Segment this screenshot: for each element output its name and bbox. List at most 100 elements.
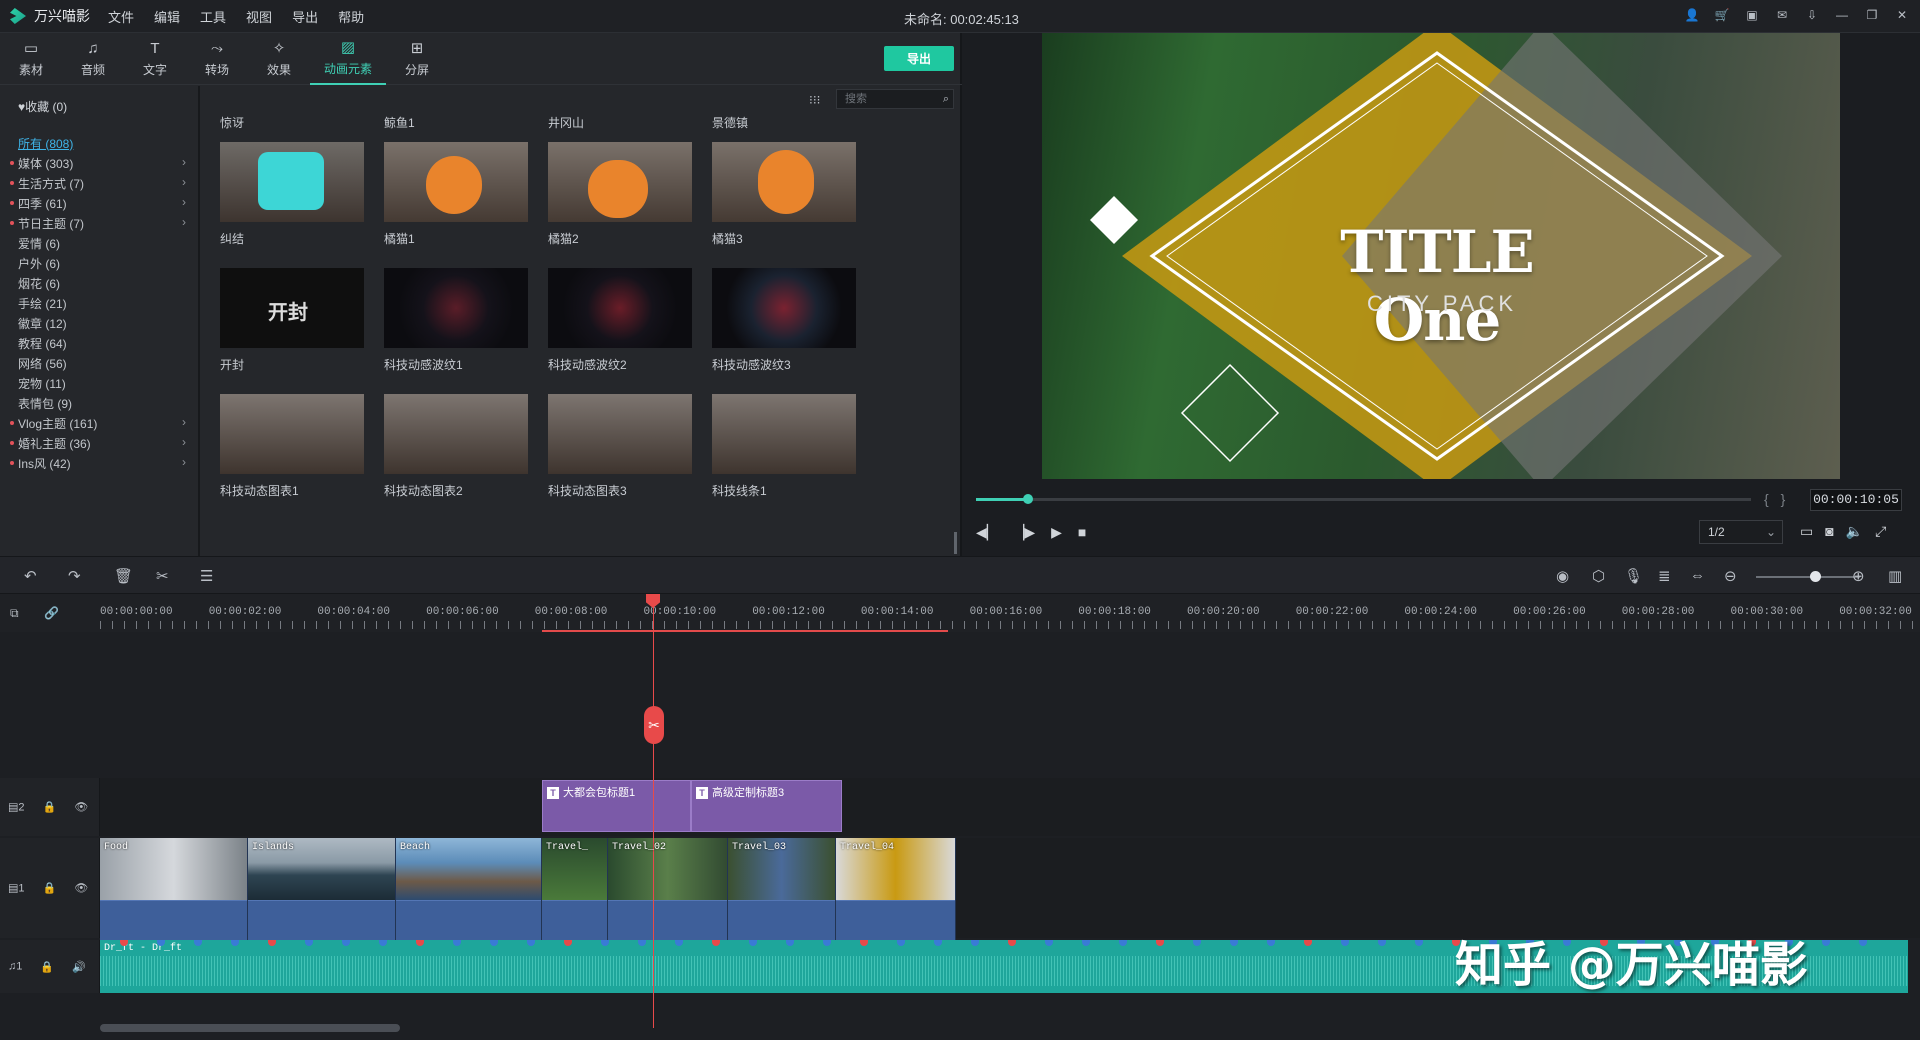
element-thumb[interactable]: 橘猫3 (712, 142, 856, 247)
lock-icon[interactable]: 🔒 (43, 801, 57, 814)
category-item[interactable]: 教程 (64) (18, 333, 186, 353)
mail-icon[interactable]: ✉ (1774, 6, 1790, 24)
title-clip[interactable]: T 大都会包标题1 (542, 780, 691, 832)
favorites-item[interactable]: ♥收藏 (0) (18, 98, 67, 115)
video-clip[interactable]: Beach (396, 838, 542, 942)
menu-edit[interactable]: 编辑 (154, 7, 180, 26)
category-item[interactable]: 烟花 (6) (18, 273, 186, 293)
beat-marker[interactable] (1008, 940, 1016, 946)
zoom-slider-knob[interactable] (1810, 571, 1821, 582)
beat-marker[interactable] (860, 940, 868, 946)
stop-icon[interactable]: ■ (1078, 524, 1086, 541)
beat-marker[interactable] (934, 940, 942, 946)
beat-marker[interactable] (527, 940, 535, 946)
beat-marker[interactable] (268, 940, 276, 946)
zoom-slider[interactable] (1756, 576, 1860, 578)
menu-view[interactable]: 视图 (246, 7, 272, 26)
link-icon[interactable]: 🔗 (44, 606, 59, 620)
fullscreen-icon[interactable]: ⤢ (1875, 523, 1886, 540)
beat-marker[interactable] (1378, 940, 1386, 946)
beat-marker[interactable] (897, 940, 905, 946)
beat-marker[interactable] (1415, 940, 1423, 946)
close-icon[interactable]: ✕ (1894, 6, 1910, 24)
menu-help[interactable]: 帮助 (338, 7, 364, 26)
menu-file[interactable]: 文件 (108, 7, 134, 26)
beat-marker[interactable] (638, 940, 646, 946)
beat-marker[interactable] (1230, 940, 1238, 946)
category-item[interactable]: 媒体 (303) › (10, 153, 186, 173)
fit-icon[interactable]: ⇔ (1690, 567, 1705, 584)
element-thumb[interactable]: 科技动感波纹3 (712, 268, 856, 373)
beat-marker[interactable] (823, 940, 831, 946)
video-clip[interactable]: Food (100, 838, 248, 942)
beat-marker[interactable] (342, 940, 350, 946)
layout-icon[interactable]: ▥ (1888, 567, 1902, 585)
voiceover-icon[interactable]: ≣ (1658, 567, 1671, 585)
beat-marker[interactable] (1341, 940, 1349, 946)
beat-marker[interactable] (1119, 940, 1127, 946)
tab-elements[interactable]: ▨ 动画元素 (310, 33, 386, 85)
beat-marker[interactable] (379, 940, 387, 946)
category-item[interactable]: Vlog主题 (161) › (10, 413, 186, 433)
preview-ratio-select[interactable]: 1/2 ⌄ (1699, 520, 1783, 544)
category-item[interactable]: 爱情 (6) (18, 233, 186, 253)
step-back-icon[interactable]: ◀▏ (976, 524, 998, 541)
beat-marker[interactable] (601, 940, 609, 946)
beat-marker[interactable] (1156, 940, 1164, 946)
lock-icon[interactable]: 🔒 (40, 960, 54, 973)
category-item[interactable]: 手绘 (21) (18, 293, 186, 313)
beat-marker[interactable] (416, 940, 424, 946)
volume-icon[interactable]: 🔈 (1846, 523, 1863, 540)
eye-icon[interactable]: 👁 (74, 882, 88, 895)
eye-icon[interactable]: 👁 (74, 801, 88, 814)
category-item[interactable]: 表情包 (9) (18, 393, 186, 413)
marker-icon[interactable]: ⬡ (1592, 567, 1605, 585)
beat-marker[interactable] (1822, 940, 1830, 946)
display-icon[interactable]: ▭ (1800, 523, 1813, 540)
category-item[interactable]: 生活方式 (7) › (10, 173, 186, 193)
category-item[interactable]: 徽章 (12) (18, 313, 186, 333)
step-forward-icon[interactable]: ▕▶ (1014, 524, 1036, 541)
beat-marker[interactable] (1859, 940, 1867, 946)
preview-progress-bar[interactable] (976, 494, 1751, 504)
beat-marker[interactable] (453, 940, 461, 946)
beat-marker[interactable] (971, 940, 979, 946)
tab-media[interactable]: ▭ 素材 (0, 33, 62, 85)
snapshot-icon[interactable]: ◙ (1825, 523, 1833, 540)
tab-effects[interactable]: ✧ 效果 (248, 33, 310, 85)
video-clip[interactable]: Islands (248, 838, 396, 942)
beat-marker[interactable] (1045, 940, 1053, 946)
video-clip[interactable]: Travel_04 (836, 838, 956, 942)
element-thumb[interactable]: 科技动感波纹2 (548, 268, 692, 373)
add-track-icon[interactable]: ⧉ (10, 606, 19, 621)
menu-export[interactable]: 导出 (292, 7, 318, 26)
element-thumb[interactable]: 科技动态图表1 (220, 394, 364, 499)
category-item[interactable]: 户外 (6) (18, 253, 186, 273)
render-icon[interactable]: ◉ (1556, 567, 1569, 585)
adjust-icon[interactable]: ☰ (200, 567, 213, 585)
element-thumb[interactable]: 惊讶 (220, 112, 364, 131)
undo-icon[interactable]: ↶ (24, 567, 37, 585)
delete-icon[interactable]: 🗑 (114, 567, 133, 585)
element-thumb[interactable]: 科技动态图表2 (384, 394, 528, 499)
video-clip[interactable]: Travel_ (542, 838, 608, 942)
beat-marker[interactable] (1193, 940, 1201, 946)
beat-marker[interactable] (1267, 940, 1275, 946)
search-input[interactable]: 搜索 ⌕ (836, 89, 954, 109)
grid-scrollbar[interactable] (954, 532, 957, 554)
beat-marker[interactable] (1082, 940, 1090, 946)
element-thumb[interactable]: 橘猫2 (548, 142, 692, 247)
element-thumb[interactable]: 开封 开封 (220, 268, 364, 373)
cart-icon[interactable]: 🛒 (1714, 6, 1730, 24)
title-clip[interactable]: T 高级定制标题3 (691, 780, 842, 832)
speaker-icon[interactable]: 🔊 (72, 960, 86, 973)
category-item[interactable]: 四季 (61) › (10, 193, 186, 213)
zoom-in-icon[interactable]: ⊕ (1852, 567, 1865, 585)
element-thumb[interactable]: 井冈山 (548, 112, 692, 131)
beat-marker[interactable] (712, 940, 720, 946)
grid-view-icon[interactable]: ⁝⁝⁝ (809, 93, 820, 107)
category-item[interactable]: 节日主题 (7) › (10, 213, 186, 233)
playhead-line[interactable] (653, 594, 654, 1028)
timeline-ruler[interactable]: ⧉ 🔗 00:00:00:00 00:00:02:00 00:00:04:00 00:… (0, 594, 1920, 632)
beat-marker[interactable] (231, 940, 239, 946)
